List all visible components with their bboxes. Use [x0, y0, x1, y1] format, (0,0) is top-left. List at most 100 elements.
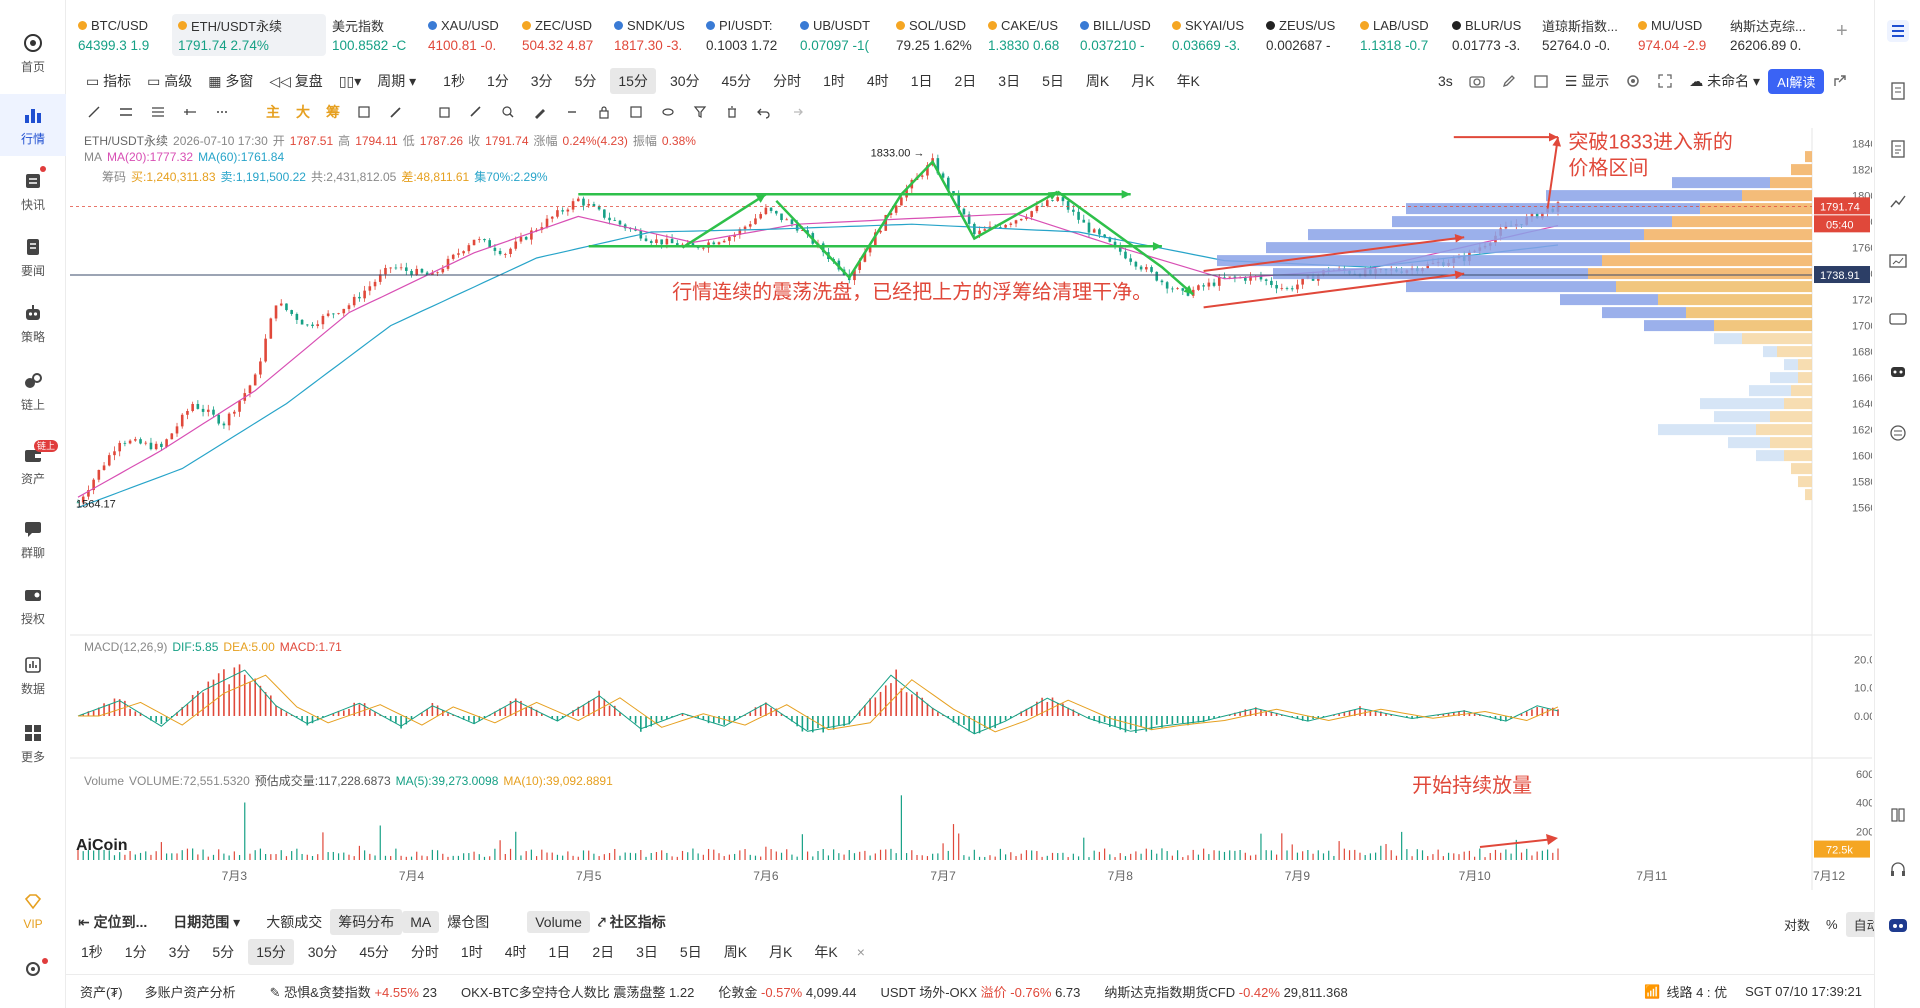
undo-icon[interactable]	[753, 101, 775, 123]
nav-item-robot[interactable]: 策略	[0, 292, 66, 354]
fullscreen-icon[interactable]	[1654, 70, 1676, 92]
bottom-interval-tab[interactable]: 30分	[300, 939, 346, 965]
copy-icon[interactable]	[433, 101, 455, 123]
exchange-icon[interactable]	[1887, 422, 1909, 444]
line-tool-icon[interactable]	[83, 101, 105, 123]
assets-label[interactable]: 资产(₮)	[80, 982, 123, 1001]
ticker-1[interactable]: ETH/USDT永续 1791.74 2.74%	[172, 14, 326, 56]
ruler-icon[interactable]	[465, 101, 487, 123]
bottom-interval-tab[interactable]: 3分	[161, 939, 199, 965]
layout-name-dropdown[interactable]: ☁ 未命名 ▾	[1681, 68, 1768, 94]
link-icon[interactable]	[561, 101, 583, 123]
interval-tab[interactable]: 3日	[990, 68, 1028, 94]
interval-tab[interactable]: 30分	[662, 68, 708, 94]
lock-icon[interactable]	[593, 101, 615, 123]
analysis-icon[interactable]	[1887, 250, 1909, 272]
nav-item-grid[interactable]: 更多	[0, 712, 66, 774]
layout-icon[interactable]	[1887, 20, 1909, 42]
ticker-12[interactable]: ZEUS/US 0.002687 -	[1266, 14, 1348, 56]
interval-tab[interactable]: 3分	[523, 68, 561, 94]
ticker-14[interactable]: BLUR/US 0.01773 -3.	[1452, 14, 1534, 56]
ticker-2[interactable]: 美元指数 100.8582 -C	[332, 14, 416, 56]
fear-greed-item[interactable]: ✎ 恐惧&贪婪指数 +4.55% 23	[270, 982, 437, 1001]
nav-item-chart-bar[interactable]: 行情	[0, 94, 66, 156]
eye-icon[interactable]	[657, 101, 679, 123]
ticker-10[interactable]: BILL/USD 0.037210 -	[1080, 14, 1162, 56]
robot-icon[interactable]	[1887, 360, 1909, 382]
share-icon[interactable]	[1829, 70, 1851, 92]
date-range-dropdown[interactable]: 日期范围 ▾	[165, 909, 248, 935]
redo-icon[interactable]	[785, 101, 807, 123]
nav-item-auth[interactable]: 授权	[0, 574, 66, 636]
interval-tab[interactable]: 1秒	[435, 68, 473, 94]
bottom-interval-tab[interactable]: 45分	[351, 939, 397, 965]
bottom-interval-tab[interactable]: 月K	[761, 939, 800, 965]
pencil-icon[interactable]	[1498, 70, 1520, 92]
percent-scale-button[interactable]: %	[1818, 914, 1846, 935]
bottom-interval-tab[interactable]: 2日	[584, 939, 622, 965]
ticker-11[interactable]: SKYAI/US 0.03669 -3.	[1172, 14, 1254, 56]
advanced-button[interactable]: ▭ 高级	[139, 68, 200, 94]
ray-tool-icon[interactable]	[179, 101, 201, 123]
indicator-button[interactable]: ▭ 指标	[78, 68, 139, 94]
nav-item-vip-diamond[interactable]: VIP	[0, 880, 66, 942]
ai-analysis-button[interactable]: AI解读	[1768, 68, 1825, 94]
nav-item-wallet[interactable]: 资产 链上	[0, 434, 66, 496]
ma-button[interactable]: MA	[402, 911, 440, 933]
interval-tab[interactable]: 4时	[859, 68, 897, 94]
big-trades-button[interactable]: 大额成交	[258, 909, 330, 935]
ticker-0[interactable]: BTC/USD 64399.3 1.9	[78, 14, 158, 56]
close-icon[interactable]: ×	[849, 941, 873, 963]
interval-tab[interactable]: 年K	[1169, 68, 1208, 94]
trash-icon[interactable]	[721, 101, 743, 123]
bottom-interval-tab[interactable]: 周K	[716, 939, 755, 965]
volume-button[interactable]: Volume	[527, 911, 590, 933]
add-ticker-icon[interactable]: +	[1836, 20, 1848, 43]
multi-account-link[interactable]: 多账户资产分析	[145, 982, 236, 1001]
magnet-icon[interactable]	[497, 101, 519, 123]
okx-ratio-item[interactable]: OKX-BTC多空持仓人数比 震荡盘整 1.22	[461, 982, 694, 1001]
marker-icon[interactable]	[529, 101, 551, 123]
interval-tab[interactable]: 15分	[610, 68, 656, 94]
nav-item-aicoin-logo[interactable]: 首页	[0, 22, 66, 84]
channel-tool-icon[interactable]	[147, 101, 169, 123]
display-button[interactable]: ☰ 显示	[1557, 68, 1617, 94]
chart-area[interactable]: 1560.00 1580.00 1600.00 1620.00 1640.00 1660.…	[70, 128, 1872, 890]
replay-button[interactable]: ◁◁ 复盘	[261, 68, 330, 94]
camera-icon[interactable]	[1466, 70, 1488, 92]
multi-window-button[interactable]: ▦ 多窗	[200, 68, 261, 94]
interval-tab[interactable]: 45分	[714, 68, 760, 94]
ticker-17[interactable]: 纳斯达克综... 26206.89 0.	[1730, 14, 1830, 56]
bottom-interval-tab[interactable]: 3日	[628, 939, 666, 965]
bottom-interval-tab[interactable]: 1时	[453, 939, 491, 965]
settings-button[interactable]	[0, 940, 66, 1002]
ticker-8[interactable]: SOL/USD 79.25 1.62%	[896, 14, 978, 56]
refresh-interval-button[interactable]: 3s	[1430, 70, 1461, 92]
nav-item-news[interactable]: 快讯	[0, 160, 66, 222]
nasdaq-cfd-item[interactable]: 纳斯达克指数期货CFD -0.42% 29,811.368	[1104, 982, 1347, 1001]
filter-icon[interactable]	[689, 101, 711, 123]
bottom-interval-tab[interactable]: 5日	[672, 939, 710, 965]
ticker-15[interactable]: 道琼斯指数... 52764.0 -0.	[1542, 14, 1626, 56]
bottom-interval-tab[interactable]: 分时	[403, 939, 447, 965]
interval-tab[interactable]: 1分	[479, 68, 517, 94]
ticker-4[interactable]: ZEC/USD 504.32 4.87	[522, 14, 604, 56]
main-tool-button[interactable]: 主	[258, 99, 288, 125]
connection-line-label[interactable]: 线路 4 : 优	[1666, 982, 1727, 1001]
window-icon[interactable]	[1530, 70, 1552, 92]
interval-tab[interactable]: 2日	[946, 68, 984, 94]
ticker-16[interactable]: MU/USD 974.04 -2.9	[1638, 14, 1720, 56]
period-dropdown[interactable]: 周期 ▾	[369, 68, 424, 94]
nav-item-data[interactable]: 数据	[0, 644, 66, 706]
ticker-13[interactable]: LAB/USD 1.1318 -0.7	[1360, 14, 1442, 56]
brush-icon[interactable]	[385, 101, 407, 123]
template-icon[interactable]	[353, 101, 375, 123]
big-tool-button[interactable]: 大	[288, 99, 318, 125]
bottom-interval-tab[interactable]: 1秒	[73, 939, 111, 965]
nav-item-chain[interactable]: 链上	[0, 360, 66, 422]
bottom-interval-tab[interactable]: 年K	[806, 939, 845, 965]
interval-tab[interactable]: 1日	[903, 68, 941, 94]
bottom-interval-tab[interactable]: 15分	[248, 939, 294, 965]
interval-tab[interactable]: 周K	[1078, 68, 1117, 94]
interval-tab[interactable]: 5日	[1034, 68, 1072, 94]
